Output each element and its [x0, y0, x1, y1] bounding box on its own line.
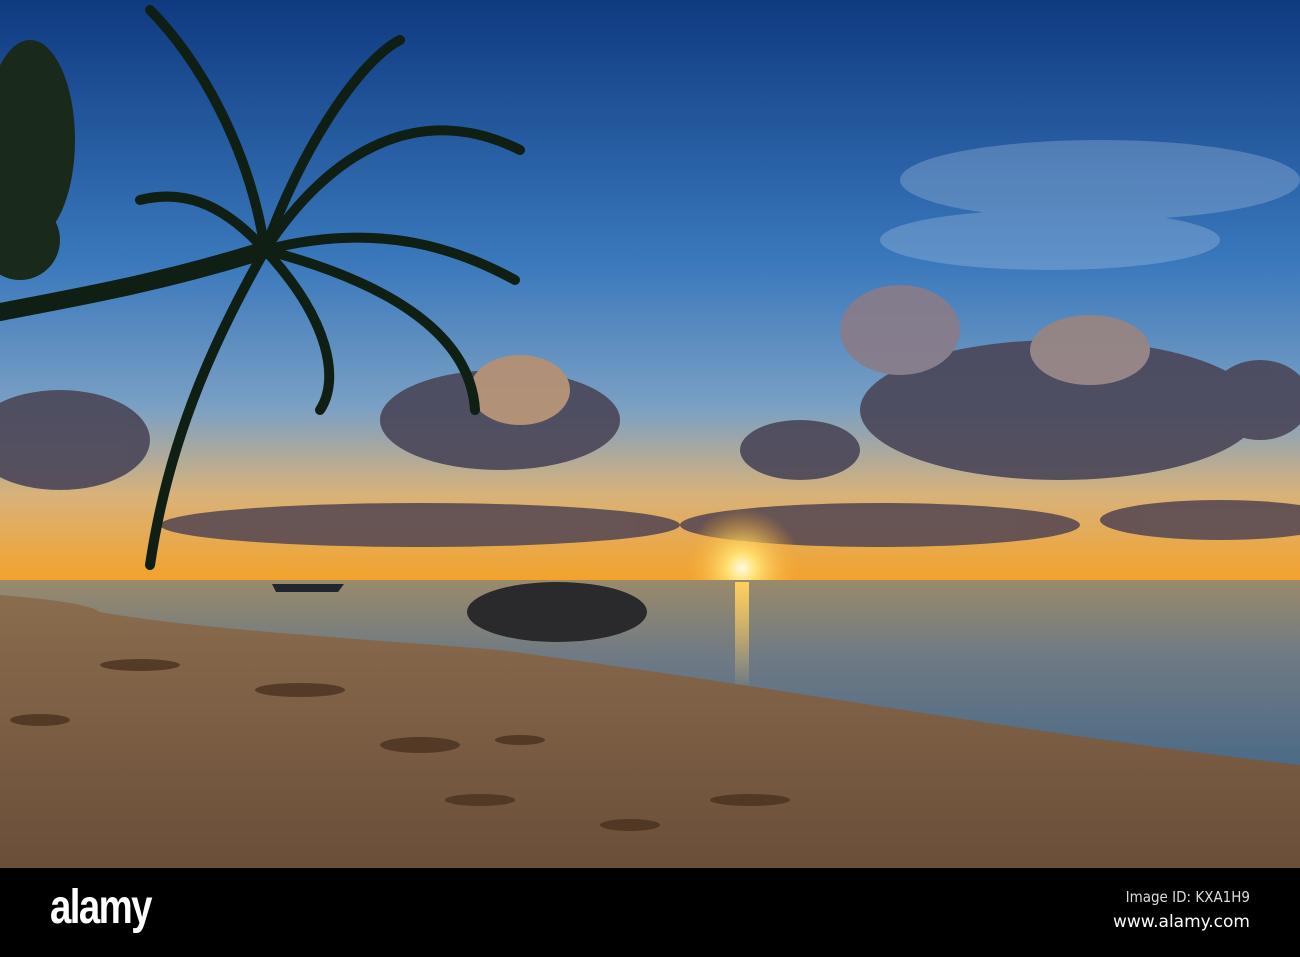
sun-reflection [735, 582, 749, 692]
page: alamy Image ID: KXA1H9 www.alamy.com [0, 0, 1300, 957]
boat [272, 584, 344, 592]
watermark-bar: alamy Image ID: KXA1H9 www.alamy.com [0, 868, 1300, 957]
image-id: Image ID: KXA1H9 [1125, 888, 1250, 906]
alamy-logo: alamy [50, 881, 152, 934]
website-link: www.alamy.com [1112, 912, 1250, 932]
sky [0, 0, 1300, 582]
beach-sunset-photo [0, 0, 1300, 868]
rock [467, 582, 647, 642]
